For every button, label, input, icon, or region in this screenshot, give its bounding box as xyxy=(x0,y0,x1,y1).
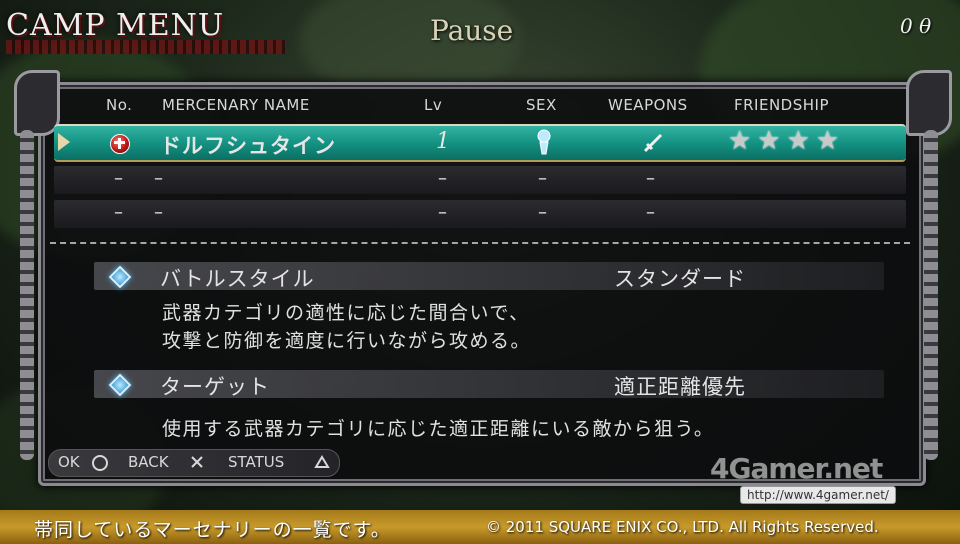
target-desc: 使用する武器カテゴリに応じた適正距離にいる敵から狙う。 xyxy=(162,418,715,440)
header-friendship: FRIENDSHIP xyxy=(734,96,829,114)
pause-title: Pause xyxy=(430,14,514,47)
row-no: – xyxy=(114,202,123,223)
battle-style-value: スタンダード xyxy=(614,267,746,291)
mercenary-name: ドルフシュタイン xyxy=(160,134,336,158)
battle-style-desc: 武器カテゴリの適性に応じた間合いで、 xyxy=(162,302,530,324)
section-divider xyxy=(50,242,910,244)
currency-counter: 0 θ xyxy=(900,14,932,38)
watermark-brand: 4Gamer.net xyxy=(710,452,883,485)
back-label: BACK xyxy=(128,453,169,471)
target-value: 適正距離優先 xyxy=(614,375,746,399)
header-lv: Lv xyxy=(424,96,443,114)
header-weapons: WEAPONS xyxy=(608,96,688,114)
watermark-url: http://www.4gamer.net/ xyxy=(740,486,896,504)
row-weapons: – xyxy=(646,168,655,189)
selection-cursor-icon xyxy=(58,133,70,151)
mercenary-row-empty[interactable] xyxy=(54,166,906,194)
header-no: No. xyxy=(106,96,133,114)
target-label: ターゲット xyxy=(160,375,270,399)
cross-button-icon[interactable] xyxy=(190,455,204,469)
triangle-button-icon[interactable] xyxy=(314,455,330,469)
frame-ornament-left xyxy=(14,70,60,136)
female-icon xyxy=(537,129,551,155)
ok-label: OK xyxy=(58,453,80,471)
battle-style-label: バトルスタイル xyxy=(160,267,315,291)
copyright-text: © 2011 SQUARE ENIX CO., LTD. All Rights … xyxy=(486,518,879,536)
help-text: 帯同しているマーセナリーの一覧です。 xyxy=(34,519,391,541)
row-weapons: – xyxy=(646,202,655,223)
row-lv: – xyxy=(438,202,447,223)
camp-menu-logo: CAMP MENU xyxy=(6,8,225,43)
header-sex: SEX xyxy=(526,96,557,114)
row-name: – xyxy=(154,168,163,189)
chain-left xyxy=(20,130,34,460)
mercenary-row-empty[interactable] xyxy=(54,200,906,228)
row-no: – xyxy=(114,168,123,189)
row-name: – xyxy=(154,202,163,223)
row-lv: – xyxy=(438,168,447,189)
sword-icon xyxy=(643,133,663,153)
row-sex: – xyxy=(538,202,547,223)
chain-right xyxy=(924,130,938,460)
battle-style-desc: 攻撃と防御を適度に行いながら攻める。 xyxy=(162,330,532,352)
status-label: STATUS xyxy=(228,453,285,471)
circle-button-icon[interactable] xyxy=(92,455,108,471)
row-sex: – xyxy=(538,168,547,189)
frame-ornament-right xyxy=(906,70,952,136)
friendship-stars: ★★★★ xyxy=(728,126,846,156)
header-name: MERCENARY NAME xyxy=(162,96,310,114)
class-emblem-icon xyxy=(110,134,130,154)
mercenary-level: 1 xyxy=(436,129,450,154)
